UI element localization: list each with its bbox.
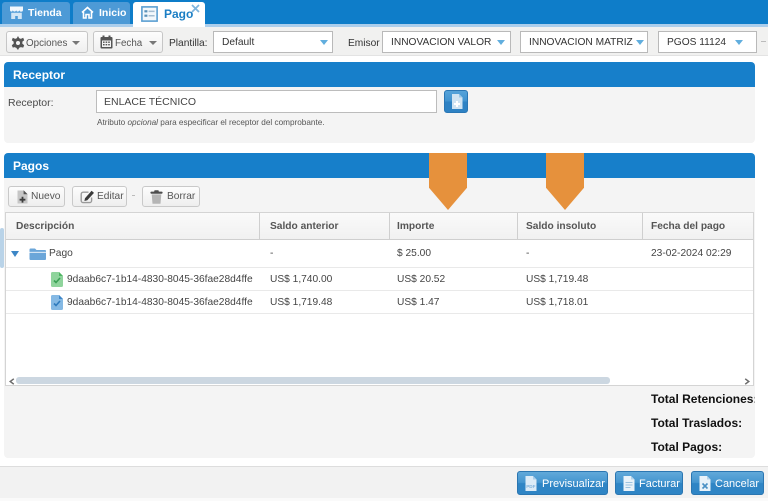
svg-text:PDF: PDF [526,484,535,489]
